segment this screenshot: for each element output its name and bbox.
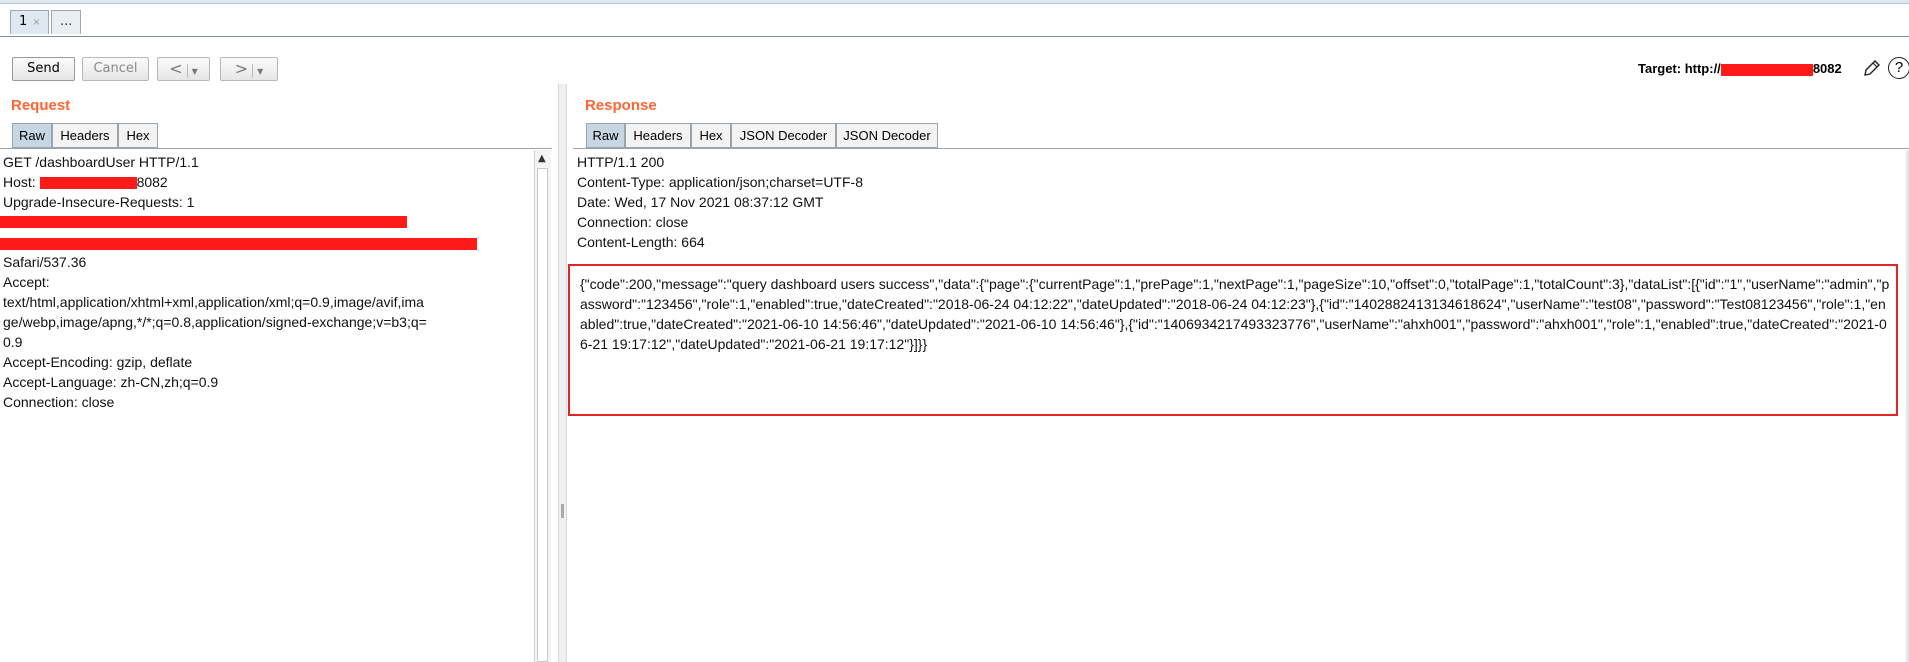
- highlighted-json-body: {"code":200,"message":"query dashboard u…: [568, 264, 1898, 416]
- chevron-left-icon: <: [169, 59, 183, 78]
- request-header-line: ge/webp,image/apng,*/*;q=0.8,application…: [3, 314, 427, 330]
- repeater-tab-label: 1: [19, 14, 28, 29]
- request-header-line: Upgrade-Insecure-Requests: 1: [3, 194, 195, 210]
- back-button[interactable]: < ▼: [157, 57, 210, 81]
- response-header-line: Content-Type: application/json;charset=U…: [577, 174, 863, 190]
- close-icon[interactable]: ×: [32, 17, 40, 28]
- tab-response-json-decoder-2[interactable]: JSON Decoder: [836, 123, 938, 148]
- tab-response-raw[interactable]: Raw: [586, 123, 625, 148]
- tab-response-hex[interactable]: Hex: [691, 123, 731, 148]
- response-header-line: Connection: close: [577, 214, 689, 230]
- request-editor[interactable]: GET /dashboardUser HTTP/1.1 Host: 8082 U…: [0, 150, 534, 662]
- send-button[interactable]: Send: [12, 57, 75, 81]
- request-header-line: text/html,application/xhtml+xml,applicat…: [3, 294, 424, 310]
- redaction-block: [1720, 63, 1813, 76]
- redaction-block: [0, 216, 407, 228]
- repeater-tab-strip: 1 × ...: [0, 0, 1909, 37]
- response-title: Response: [585, 97, 657, 114]
- request-line: GET /dashboardUser HTTP/1.1: [3, 154, 199, 170]
- repeater-tab-1[interactable]: 1 ×: [10, 10, 49, 34]
- request-header-line: Accept-Encoding: gzip, deflate: [3, 354, 193, 370]
- target-port: 8082: [1812, 61, 1842, 76]
- dropdown-arrow-icon[interactable]: ▼: [257, 67, 263, 76]
- response-header-line: Date: Wed, 17 Nov 2021 08:37:12 GMT: [577, 194, 824, 210]
- request-title: Request: [11, 97, 71, 114]
- forward-button[interactable]: > ▼: [220, 57, 278, 81]
- chevron-right-icon: >: [234, 59, 249, 78]
- help-icon[interactable]: ?: [1888, 57, 1909, 79]
- tab-request-hex[interactable]: Hex: [118, 123, 158, 148]
- response-status-line: HTTP/1.1 200: [577, 154, 665, 170]
- response-header-line: Content-Length: 664: [577, 234, 705, 250]
- tab-response-json-decoder[interactable]: JSON Decoder: [731, 123, 836, 148]
- request-header-line: Safari/537.36: [3, 254, 87, 270]
- cancel-button[interactable]: Cancel: [82, 57, 149, 81]
- redaction-block: [0, 238, 477, 250]
- dropdown-arrow-icon[interactable]: ▼: [192, 67, 198, 76]
- request-header-line: Accept:: [3, 274, 50, 290]
- tab-request-headers[interactable]: Headers: [52, 123, 118, 148]
- new-tab-button[interactable]: ...: [51, 10, 81, 34]
- redaction-block: [39, 177, 137, 190]
- tab-strip-top-border: [0, 0, 1909, 4]
- tab-request-raw[interactable]: Raw: [12, 123, 52, 148]
- tab-response-headers[interactable]: Headers: [625, 123, 691, 148]
- target-label: Target: http://: [1638, 61, 1721, 76]
- request-header-line: 0.9: [3, 334, 23, 350]
- target-display: Target: http:// 8082: [1638, 61, 1842, 76]
- scroll-up-icon[interactable]: ▲: [538, 153, 546, 164]
- response-body-text: {"code":200,"message":"query dashboard u…: [580, 276, 1890, 352]
- request-scrollbar[interactable]: ▲: [534, 150, 551, 662]
- request-header-line: Accept-Language: zh-CN,zh;q=0.9: [3, 374, 219, 390]
- scrollbar-thumb[interactable]: [537, 168, 548, 662]
- request-header-line: Connection: close: [3, 394, 115, 410]
- pencil-icon[interactable]: [1862, 58, 1882, 78]
- pane-splitter[interactable]: [558, 84, 567, 662]
- request-host-line: Host: 8082: [3, 174, 168, 190]
